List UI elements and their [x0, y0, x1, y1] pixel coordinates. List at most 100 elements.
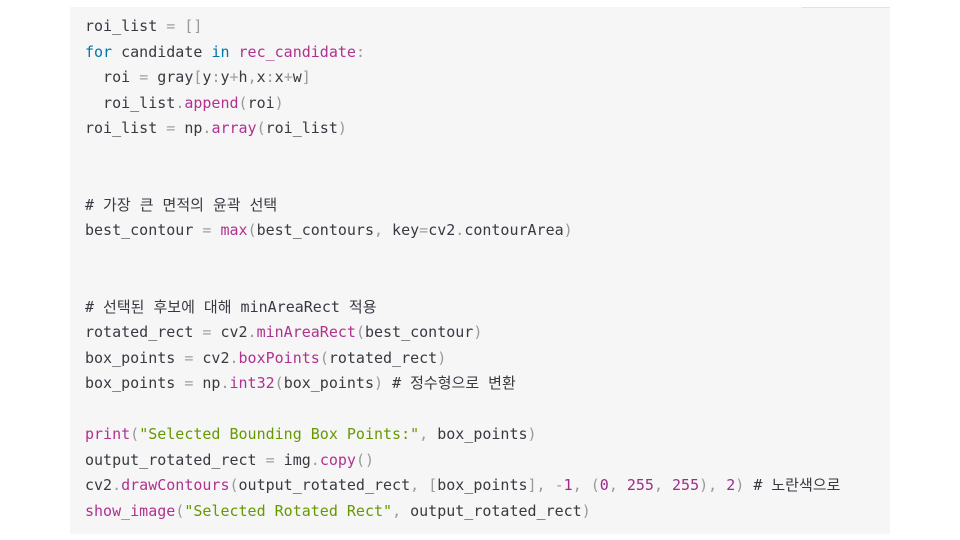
code-token: =	[166, 119, 176, 137]
code-token: .	[175, 93, 185, 112]
code-token: output_rotated_rect	[401, 501, 582, 520]
code-comment: # 정수형으로 변환	[392, 374, 516, 392]
code-token: )	[337, 119, 347, 137]
code-line: rotated_rect = cv2.minAreaRect(best_cont…	[85, 320, 840, 346]
code-token: .	[112, 476, 122, 494]
code-token: )	[563, 221, 573, 239]
code-token: roi_list	[85, 93, 176, 112]
code-token: box_points	[283, 374, 374, 392]
code-token: candidate	[112, 42, 212, 61]
code-token: x	[256, 68, 266, 86]
code-line: ​	[85, 167, 840, 193]
code-token: =	[265, 450, 275, 469]
code-token: "Selected Bounding Box Points:"	[139, 425, 420, 443]
code-token: +	[283, 68, 293, 86]
code-token: :	[355, 42, 365, 61]
code-token: .	[229, 348, 239, 367]
code-token: best_contours	[256, 221, 374, 239]
code-token: box_points	[85, 374, 185, 392]
code-line: ​	[85, 269, 840, 295]
code-line: box_points = np.int32(box_points) # 정수형으…	[85, 371, 840, 397]
code-token: cv2	[193, 348, 230, 367]
code-token: output_rotated_rect	[85, 450, 266, 469]
code-token: )	[473, 323, 483, 341]
code-token: print	[85, 425, 131, 443]
code-token: 255	[626, 476, 654, 494]
code-comment: # 가장 큰 면적의 윤곽 선택	[85, 195, 278, 214]
code-token: []	[184, 17, 203, 35]
code-token: ,	[608, 476, 618, 494]
code-token: show_image	[85, 501, 176, 520]
code-token: .	[310, 450, 320, 469]
code-block: roi_list = [] for candidate in rec_candid…	[70, 7, 890, 534]
code-line: roi_list.append(roi)	[85, 91, 840, 117]
code-token: roi	[85, 68, 140, 86]
code-token: ,	[374, 221, 384, 239]
code-line: for candidate in rec_candidate:	[85, 40, 840, 66]
code-token: +	[229, 68, 239, 86]
code-token: roi_list	[85, 17, 167, 35]
code-token: )	[437, 348, 447, 367]
code-token: w	[292, 68, 302, 86]
code-token: [	[428, 476, 438, 494]
code-token: 255	[672, 476, 700, 494]
code-line: show_image("Selected Rotated Rect", outp…	[85, 499, 840, 525]
code-token: ],	[527, 476, 546, 494]
code-line: roi_list = np.array(roi_list)	[85, 116, 840, 142]
code-token: ,	[392, 501, 402, 520]
code-token: append	[184, 93, 239, 112]
code-token: .	[220, 374, 230, 392]
code-token: box_points	[85, 348, 185, 367]
code-token: output_rotated_rect	[238, 476, 411, 494]
code-token: best_contour	[85, 221, 203, 239]
code-token: rotated_rect	[328, 348, 438, 367]
code-token: -	[554, 476, 564, 494]
code-token: drawContours	[121, 476, 230, 494]
code-token: cv2	[428, 221, 456, 239]
code-token: minAreaRect	[256, 323, 356, 341]
code-token: rec_candidate	[238, 42, 356, 61]
panel-top-border	[802, 7, 890, 8]
code-line: roi_list = []	[85, 14, 840, 40]
code-line: print("Selected Bounding Box Points:", b…	[85, 422, 840, 448]
code-line: ​	[85, 142, 840, 168]
code-token: (	[130, 425, 140, 443]
code-token: ,	[572, 476, 582, 494]
code-token: in	[211, 42, 230, 61]
code-token: =	[166, 17, 176, 35]
code-token: 1	[563, 476, 573, 494]
code-token: ),	[699, 476, 718, 494]
code-token: 2	[726, 476, 736, 494]
code-token: (	[247, 221, 257, 239]
code-token: rotated_rect	[85, 323, 203, 341]
code-token: )	[527, 425, 537, 443]
code-line: best_contour = max(best_contours, key=cv…	[85, 218, 840, 244]
code-token: np	[193, 374, 221, 392]
code-token: key	[383, 221, 420, 239]
code-token: best_contour	[364, 323, 474, 341]
code-token: ,	[653, 476, 663, 494]
code-token: img	[274, 450, 311, 469]
code-token: 0	[599, 476, 609, 494]
code-token: ()	[355, 450, 374, 469]
code-token: (	[256, 119, 266, 137]
code-token: (	[319, 348, 329, 367]
code-token: .	[247, 323, 257, 341]
code-token: h	[238, 68, 248, 86]
code-token: (	[175, 501, 185, 520]
code-line: roi = gray[y:y+h,x:x+w]	[85, 65, 840, 91]
code-token: array	[211, 119, 257, 137]
code-text: roi_list = [] for candidate in rec_candid…	[85, 14, 840, 524]
code-token: copy	[319, 450, 356, 469]
code-token: )	[735, 476, 745, 494]
code-comment: # 선택된 후보에 대해 minAreaRect 적용	[85, 297, 377, 316]
code-token: boxPoints	[238, 348, 320, 367]
